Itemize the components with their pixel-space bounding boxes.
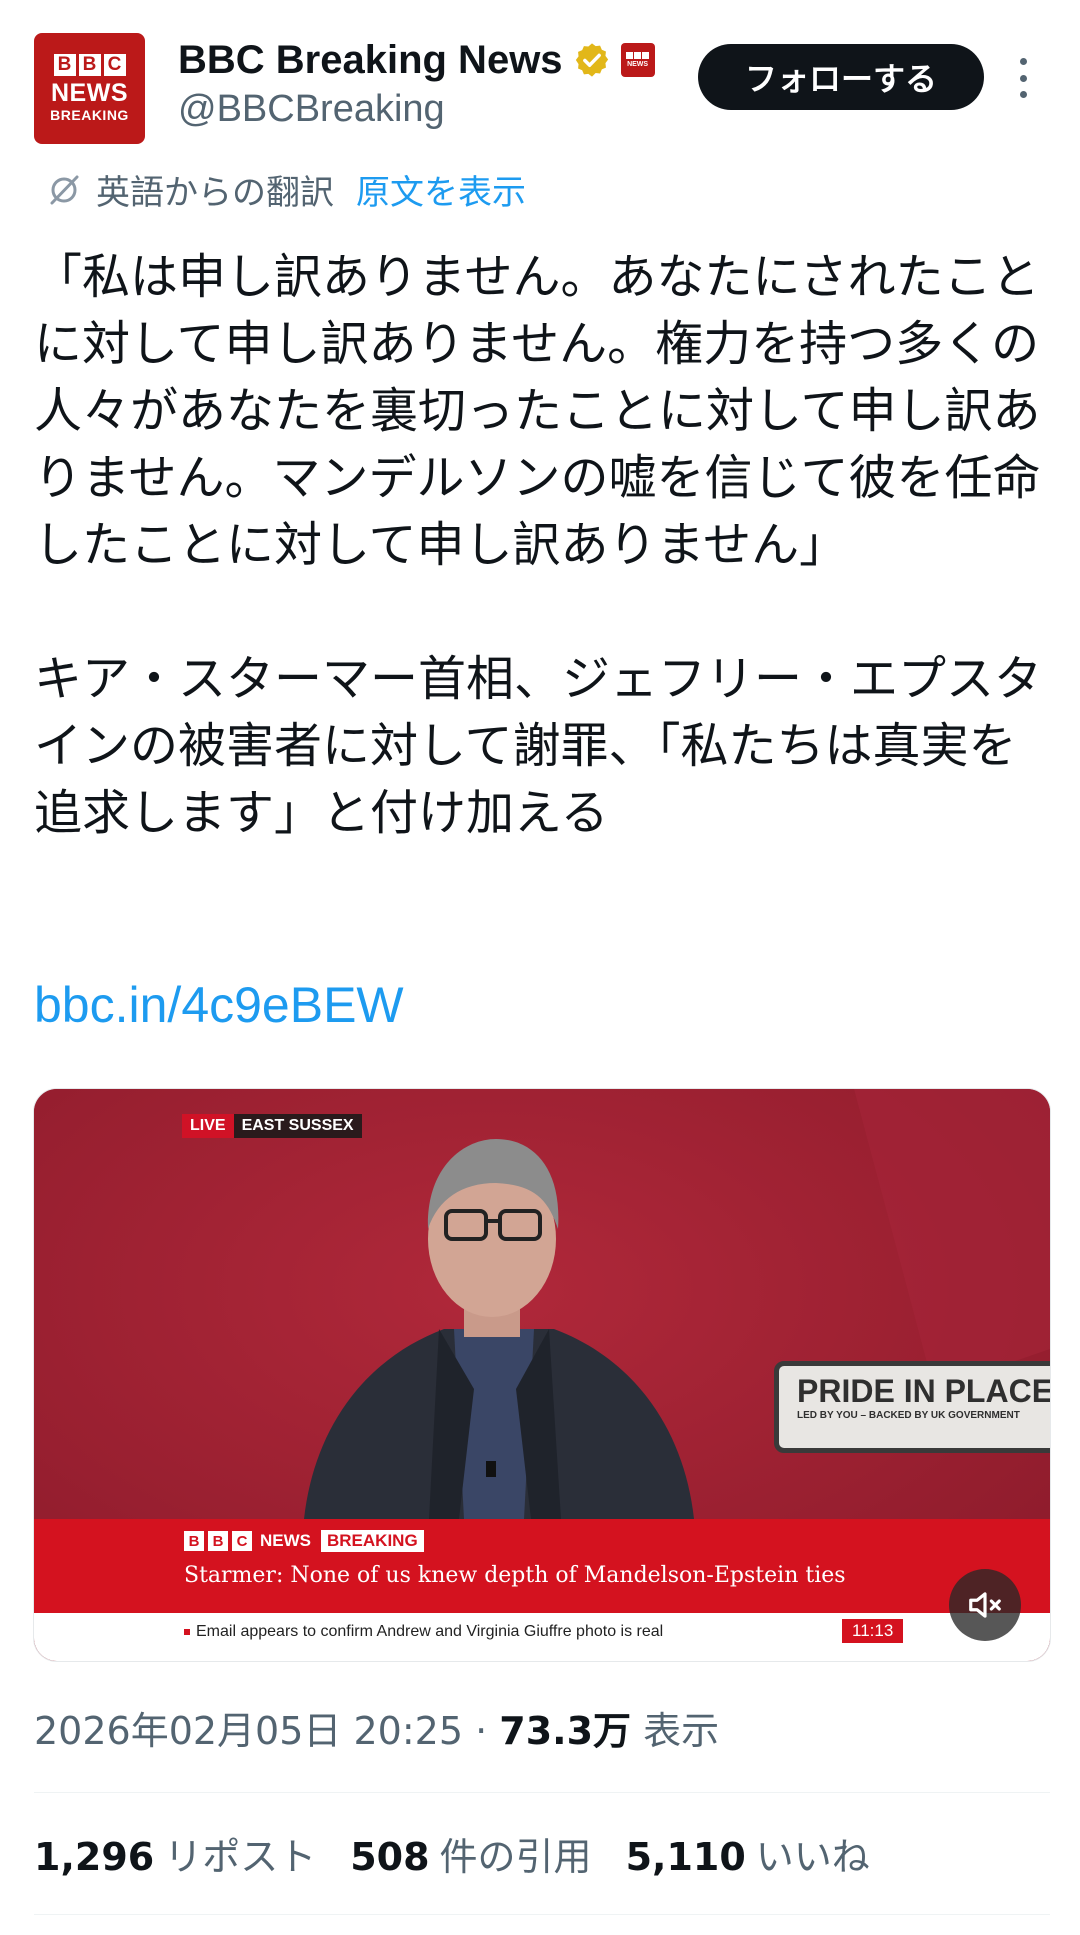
verified-badge-icon[interactable] xyxy=(573,41,611,79)
news-headline: Starmer: None of us knew depth of Mandel… xyxy=(184,1563,846,1588)
location-label: EAST SUSSEX xyxy=(233,1114,362,1138)
show-original-link[interactable]: 原文を表示 xyxy=(356,165,526,214)
brand-breaking-text: BREAKING xyxy=(321,1530,424,1552)
sign-subtitle: LED BY YOU – BACKED BY UK GOVERNMENT xyxy=(797,1410,1020,1421)
live-chip: LIVE EAST SUSSEX xyxy=(182,1114,362,1138)
broadcast-clock: 11:13 xyxy=(842,1619,904,1643)
quotes-count: 508 xyxy=(350,1835,430,1879)
bbc-news-breaking-brand: BBC NEWS BREAKING xyxy=(184,1529,424,1553)
brand-news-text: NEWS xyxy=(260,1531,311,1550)
meta-separator: · xyxy=(475,1709,488,1753)
display-name[interactable]: BBC Breaking News xyxy=(178,38,563,83)
view-label: 表示 xyxy=(643,1709,720,1753)
quotes-label: 件の引用 xyxy=(439,1835,592,1879)
avatar[interactable]: BBC NEWS BREAKING xyxy=(34,33,145,144)
handle[interactable]: @BBCBreaking xyxy=(178,88,445,131)
name-row: BBC Breaking News NEWS xyxy=(178,34,655,86)
likes-count: 5,110 xyxy=(625,1835,746,1879)
engagement-stats: 1,296 リポスト 508 件の引用 5,110 いいね xyxy=(34,1826,870,1881)
likes-stat[interactable]: 5,110 いいね xyxy=(626,1826,870,1881)
sign-title: PRIDE IN PLACE xyxy=(797,1373,1051,1409)
video-player[interactable]: LIVE EAST SUSSEX PRIDE IN PLACE LED BY Y… xyxy=(33,1088,1051,1662)
ticker-text: Email appears to confirm Andrew and Virg… xyxy=(184,1623,663,1641)
likes-label: いいね xyxy=(755,1835,870,1879)
speaker-muted-icon xyxy=(969,1592,1001,1618)
pride-in-place-sign: PRIDE IN PLACE LED BY YOU – BACKED BY UK… xyxy=(774,1361,1051,1453)
translate-icon xyxy=(50,175,79,205)
divider xyxy=(34,1792,1050,1793)
news-ticker: Email appears to confirm Andrew and Virg… xyxy=(34,1613,1050,1661)
follow-button[interactable]: フォローする xyxy=(698,44,984,110)
reposts-count: 1,296 xyxy=(34,1835,155,1879)
reposts-label: リポスト xyxy=(164,1835,317,1879)
tweet-text: 「私は申し訳ありません。あなたにされたことに対して申し訳ありません。権力を持つ多… xyxy=(34,249,1043,841)
live-label: LIVE xyxy=(182,1114,234,1138)
avatar-breaking-text: BREAKING xyxy=(50,107,129,123)
mute-button[interactable] xyxy=(949,1569,1021,1641)
tweet-link[interactable]: bbc.in/4c9eBEW xyxy=(34,976,404,1034)
bbc-logo: BBC xyxy=(53,54,126,76)
avatar-news-text: NEWS xyxy=(51,79,128,107)
reposts-stat[interactable]: 1,296 リポスト xyxy=(34,1826,316,1881)
divider xyxy=(34,1914,1050,1915)
breaking-news-bar: BBC NEWS BREAKING Starmer: None of us kn… xyxy=(34,1519,1050,1613)
more-options-icon[interactable] xyxy=(1016,58,1030,98)
quotes-stat[interactable]: 508 件の引用 xyxy=(350,1826,591,1881)
translation-label: 英語からの翻訳 xyxy=(96,172,334,213)
affiliate-badge-icon[interactable]: NEWS xyxy=(620,43,655,77)
view-count: 73.3万 xyxy=(499,1709,632,1753)
translation-row: 英語からの翻訳 原文を表示 xyxy=(44,165,526,214)
tweet-datetime[interactable]: 2026年02月05日 20:25 xyxy=(34,1709,463,1753)
tweet-meta: 2026年02月05日 20:25 · 73.3万 表示 xyxy=(34,1700,719,1755)
